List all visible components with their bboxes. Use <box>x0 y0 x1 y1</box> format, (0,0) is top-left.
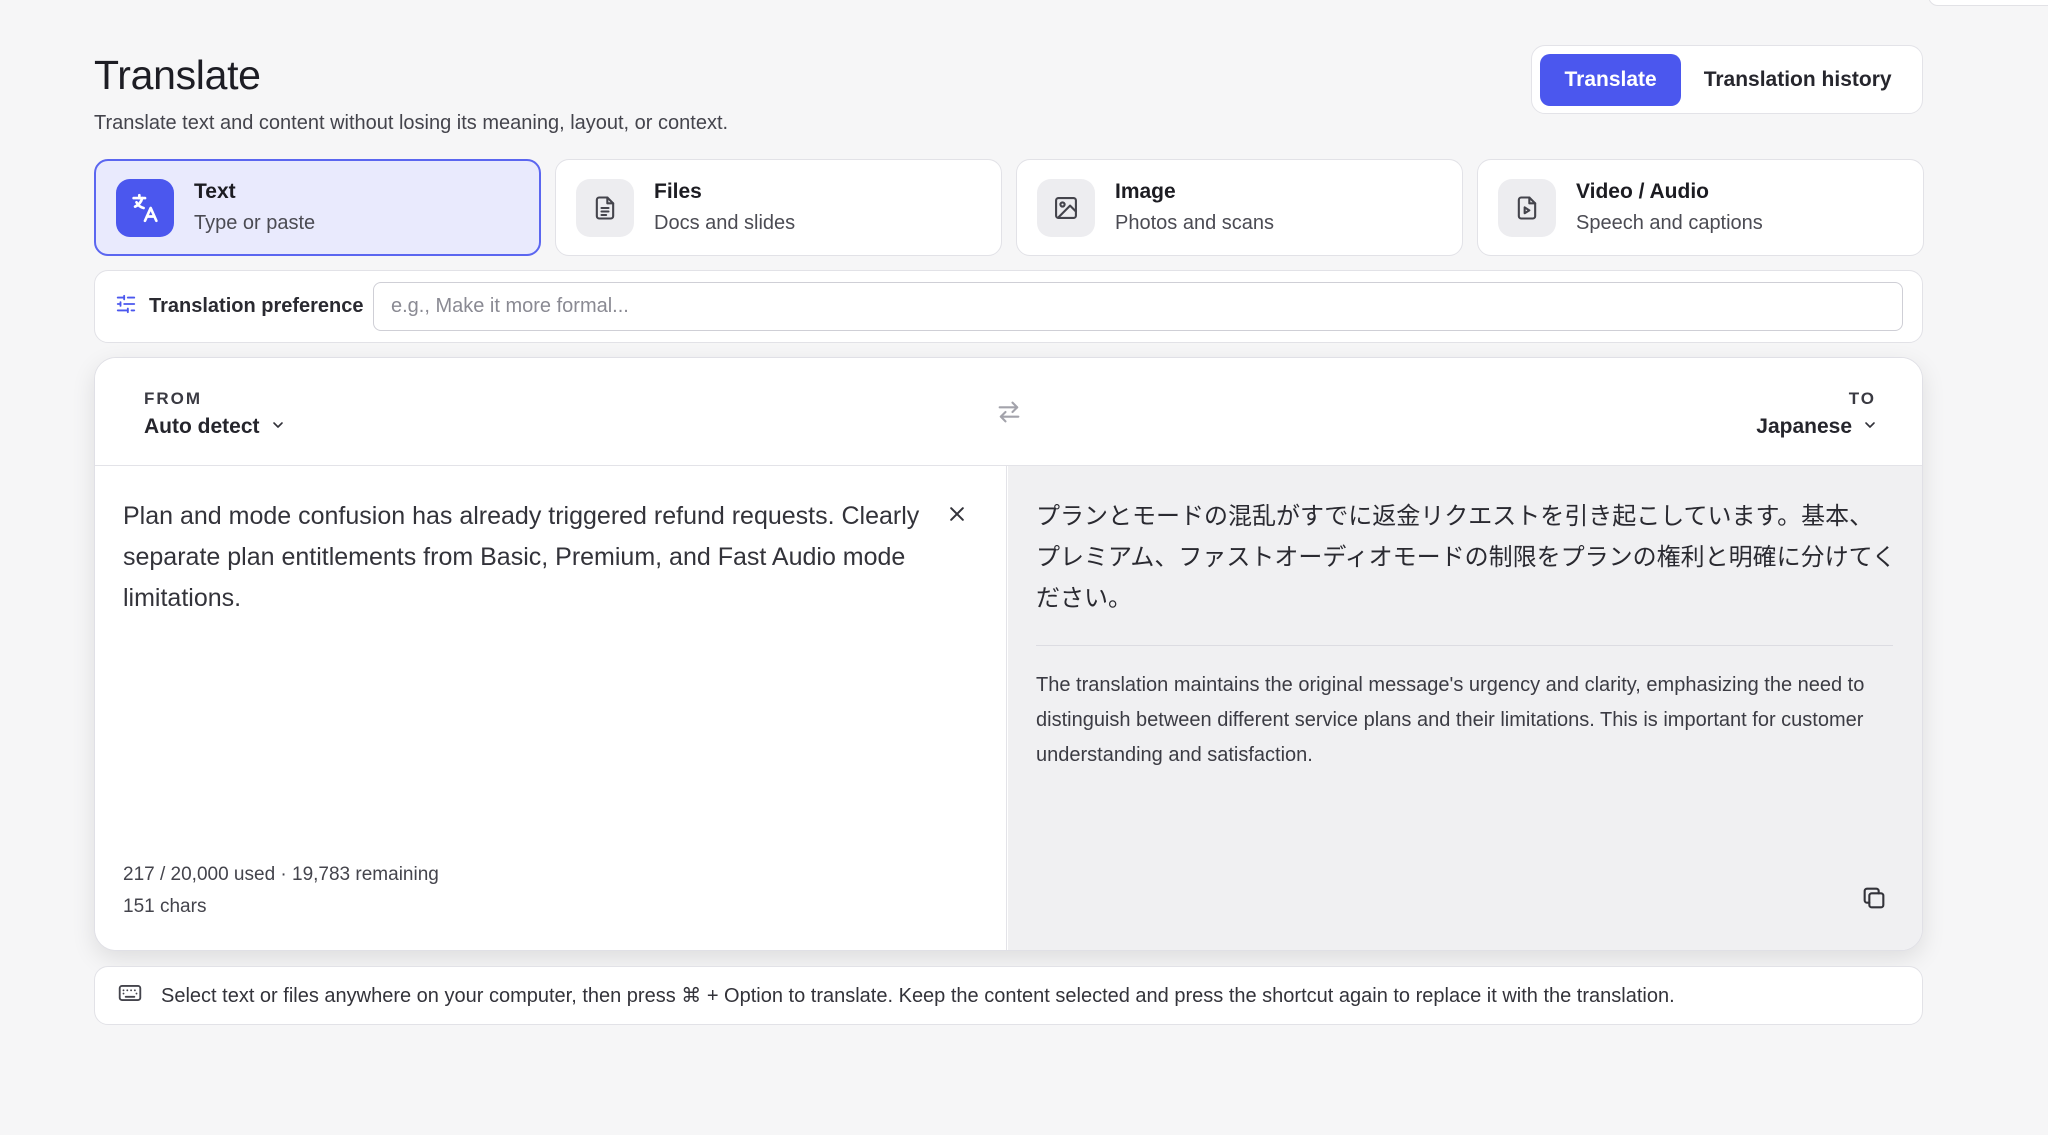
image-icon <box>1037 178 1095 237</box>
target-language-select[interactable]: Japanese <box>1756 415 1878 439</box>
shortcut-tip-bar: Select text or files anywhere on your co… <box>94 966 1923 1025</box>
sliders-icon <box>115 293 137 320</box>
source-language-value: Auto detect <box>144 415 260 438</box>
translation-panel: FROM Auto detect TO Japanese Plan and mo… <box>94 357 1923 951</box>
target-language-value: Japanese <box>1756 415 1852 438</box>
shortcut-tip-text: Select text or files anywhere on your co… <box>161 985 1675 1007</box>
page-subtitle: Translate text and content without losin… <box>94 112 729 134</box>
translate-icon <box>116 178 174 237</box>
translation-preference-bar: Translation preference <box>94 270 1923 343</box>
translation-preference-input[interactable] <box>373 282 1903 331</box>
input-type-desc: Speech and captions <box>1576 212 1763 234</box>
translation-history-tab-button[interactable]: Translation history <box>1681 54 1914 106</box>
usage-count: 217 / 20,000 used · 19,783 remaining <box>123 864 439 885</box>
output-divider <box>1036 645 1893 646</box>
input-type-desc: Photos and scans <box>1115 212 1274 234</box>
translation-note: The translation maintains the original m… <box>1036 674 1865 766</box>
copy-translation-button[interactable] <box>1860 884 1888 917</box>
input-type-image-card[interactable]: Image Photos and scans <box>1016 159 1463 256</box>
input-type-desc: Type or paste <box>194 212 316 234</box>
input-type-desc: Docs and slides <box>654 212 796 234</box>
keyboard-icon <box>117 980 143 1011</box>
document-icon <box>576 178 634 237</box>
translated-text: プランとモードの混乱がすでに返金リクエストを引き起こしています。基本、プレミアム… <box>1036 503 1896 612</box>
to-caption: TO <box>1848 389 1876 408</box>
input-type-title: Video / Audio <box>1576 180 1710 203</box>
clear-text-button[interactable] <box>947 504 967 529</box>
from-caption: FROM <box>144 389 203 408</box>
input-type-title: Image <box>1115 180 1176 203</box>
chevron-down-icon <box>270 415 286 439</box>
char-count: 151 chars <box>123 896 207 917</box>
input-type-text-card[interactable]: Text Type or paste <box>94 159 541 256</box>
input-type-title: Files <box>654 180 702 203</box>
input-type-files-card[interactable]: Files Docs and slides <box>555 159 1002 256</box>
video-file-icon <box>1498 178 1556 237</box>
translation-preference-label: Translation preference <box>149 295 364 317</box>
chevron-down-icon <box>1862 415 1878 439</box>
source-text[interactable]: Plan and mode confusion has already trig… <box>123 496 943 619</box>
source-text-area[interactable]: Plan and mode confusion has already trig… <box>95 466 1007 950</box>
source-language-select[interactable]: Auto detect <box>144 415 286 439</box>
copy-icon <box>1860 887 1888 916</box>
translate-tab-button[interactable]: Translate <box>1540 53 1682 106</box>
input-type-video-audio-card[interactable]: Video / Audio Speech and captions <box>1477 159 1924 256</box>
input-type-title: Text <box>194 180 236 203</box>
swap-arrows-icon <box>995 401 1023 430</box>
mode-toggle: Translate Translation history <box>1531 45 1923 114</box>
page-title: Translate <box>94 52 261 98</box>
close-icon <box>947 507 967 528</box>
translation-output-area: プランとモードの混乱がすでに返金リクエストを引き起こしています。基本、プレミアム… <box>1008 466 1922 950</box>
language-bar: FROM Auto detect TO Japanese <box>95 358 1922 466</box>
window-corner-edge <box>1928 0 2048 6</box>
swap-languages-button[interactable] <box>995 398 1023 431</box>
